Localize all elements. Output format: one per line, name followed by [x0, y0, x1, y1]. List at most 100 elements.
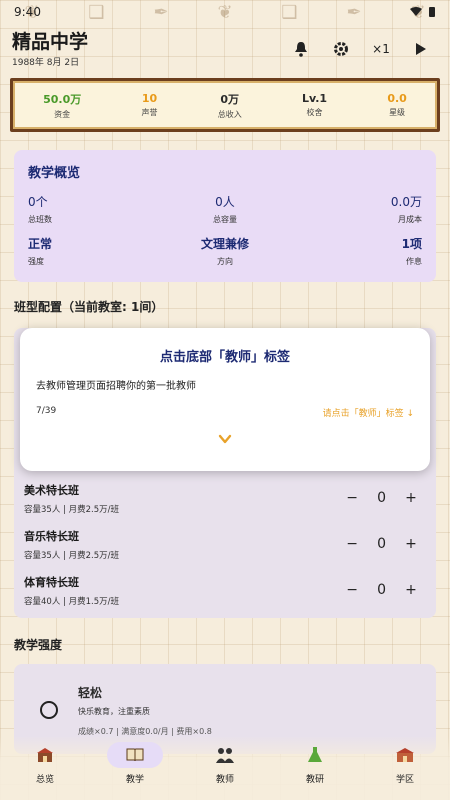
stat-value: Lv.1 [301, 92, 328, 105]
overview-title: 教学概览 [28, 166, 81, 181]
overview-label: 总班数 [28, 215, 52, 224]
bell-icon [295, 42, 307, 57]
overview-value: 1项 [401, 237, 422, 251]
class-name: 音乐特长班 [24, 529, 79, 543]
decrement-button[interactable]: − [345, 582, 359, 598]
teacher-icon [205, 742, 245, 768]
status-icons [410, 6, 436, 18]
app-header: 精品中学 1988年 8月 2日 ×1 [12, 30, 438, 70]
overview-monthly-cost: 0.0万 月成本 [291, 193, 422, 225]
stat-label: 总收入 [217, 109, 242, 119]
nav-label: 教师 [215, 775, 234, 785]
nav-tab-district[interactable]: 学区 [370, 742, 440, 785]
flask-icon [295, 742, 335, 768]
overview-value: 0人 [215, 195, 235, 209]
radio-button[interactable] [40, 701, 58, 719]
nav-tab-research[interactable]: 教研 [280, 742, 350, 785]
class-detail: 容量40人 | 月费1.5万/班 [24, 596, 119, 607]
tutorial-message: 去教师管理页面招聘你的第一批教师 [36, 381, 196, 392]
stat-label: 声誉 [141, 108, 158, 117]
overview-schedule: 1项 作息 [291, 235, 422, 267]
nav-label: 教研 [305, 775, 324, 785]
district-icon [385, 742, 425, 768]
chevron-down-icon[interactable] [218, 432, 232, 446]
overview-grid: 0个 总班数 0人 总容量 0.0万 月成本 正常 强度 文理兼修 方向 1项 … [28, 193, 422, 267]
book-icon [107, 742, 163, 768]
stat-funds: 50.0万 资金 [43, 91, 81, 120]
class-stepper: − 0 + [345, 536, 418, 552]
tutorial-step: 7/39 [36, 406, 57, 416]
bottom-nav: 总览 教学 教师 教研 学区 [0, 736, 450, 800]
overview-label: 方向 [216, 257, 233, 266]
class-name: 美术特长班 [24, 483, 79, 497]
class-name: 体育特长班 [24, 575, 79, 589]
overview-label: 月成本 [397, 215, 422, 224]
stat-value: 10 [141, 92, 158, 105]
class-detail: 容量35人 | 月费2.5万/班 [24, 504, 119, 515]
class-info: 音乐特长班 容量35人 | 月费2.5万/班 [24, 528, 119, 561]
play-button[interactable] [410, 38, 432, 60]
decrement-button[interactable]: − [345, 490, 359, 506]
nav-tab-teaching[interactable]: 教学 [100, 742, 170, 785]
stat-value: 0万 [220, 92, 240, 106]
class-row-art: 美术特长班 容量35人 | 月费2.5万/班 − 0 + [24, 478, 424, 518]
battery-icon [429, 7, 435, 17]
stat-label: 校舍 [306, 108, 323, 117]
class-config-title: 班型配置（当前教室: 1间） [14, 300, 164, 314]
stats-panel: 50.0万 资金 10 声誉 0万 总收入 Lv.1 校舍 0.0 星级 [10, 78, 440, 132]
stat-income: 0万 总收入 [218, 91, 242, 120]
overview-value: 文理兼修 [200, 237, 249, 251]
class-stepper: − 0 + [345, 582, 418, 598]
increment-button[interactable]: + [404, 582, 418, 598]
overview-label: 总容量 [212, 215, 237, 224]
increment-button[interactable]: + [404, 536, 418, 552]
stat-value: 0.0 [387, 92, 407, 105]
intensity-title: 教学强度 [14, 638, 63, 652]
school-icon [25, 742, 65, 768]
overview-label: 作息 [405, 257, 422, 266]
game-date: 1988年 8月 2日 [12, 58, 80, 68]
stat-label: 星级 [389, 108, 406, 117]
overview-total-classes: 0个 总班数 [28, 193, 159, 225]
decrement-button[interactable]: − [345, 536, 359, 552]
class-row-music: 音乐特长班 容量35人 | 月费2.5万/班 − 0 + [24, 524, 424, 564]
overview-intensity: 正常 强度 [28, 235, 159, 267]
class-count: 0 [377, 490, 386, 506]
stat-label: 资金 [54, 109, 71, 119]
status-bar: 9:40 [0, 0, 450, 24]
stat-reputation: 10 声誉 [141, 92, 157, 118]
wifi-icon [410, 7, 422, 16]
title-block: 精品中学 1988年 8月 2日 [12, 30, 88, 68]
tutorial-popup[interactable]: 点击底部「教师」标签 去教师管理页面招聘你的第一批教师 7/39 请点击「教师」… [20, 328, 430, 471]
nav-tab-overview[interactable]: 总览 [10, 742, 80, 785]
stat-value: 50.0万 [43, 92, 82, 106]
overview-total-capacity: 0人 总容量 [159, 193, 290, 225]
nav-label: 学区 [395, 775, 414, 785]
class-row-sports: 体育特长班 容量40人 | 月费1.5万/班 − 0 + [24, 570, 424, 610]
teaching-overview-card: 教学概览 0个 总班数 0人 总容量 0.0万 月成本 正常 强度 文理兼修 方… [14, 150, 436, 282]
notification-button[interactable] [290, 38, 312, 60]
class-count: 0 [377, 536, 386, 552]
class-info: 体育特长班 容量40人 | 月费1.5万/班 [24, 574, 119, 607]
intensity-desc: 快乐教育，注重素质 [78, 707, 150, 716]
overview-direction: 文理兼修 方向 [159, 235, 290, 267]
overview-value: 0.0万 [390, 195, 422, 209]
class-stepper: − 0 + [345, 490, 418, 506]
class-count: 0 [377, 582, 386, 598]
overview-value: 正常 [28, 237, 53, 251]
status-time: 9:40 [14, 5, 41, 19]
class-info: 美术特长班 容量35人 | 月费2.5万/班 [24, 482, 119, 515]
tutorial-title: 点击底部「教师」标签 [159, 350, 290, 365]
stat-building: Lv.1 校舍 [302, 92, 327, 118]
page-title: 精品中学 [12, 31, 89, 53]
nav-tab-teachers[interactable]: 教师 [190, 742, 260, 785]
tutorial-hint: 请点击「教师」标签 ↓ [322, 409, 414, 419]
overview-label: 强度 [28, 257, 44, 266]
nav-label: 教学 [125, 775, 144, 785]
increment-button[interactable]: + [404, 490, 418, 506]
gear-icon [334, 42, 348, 56]
speed-button[interactable]: ×1 [370, 38, 392, 60]
header-actions: ×1 [290, 38, 432, 60]
settings-button[interactable] [330, 38, 352, 60]
stat-stars: 0.0 星级 [387, 92, 407, 118]
